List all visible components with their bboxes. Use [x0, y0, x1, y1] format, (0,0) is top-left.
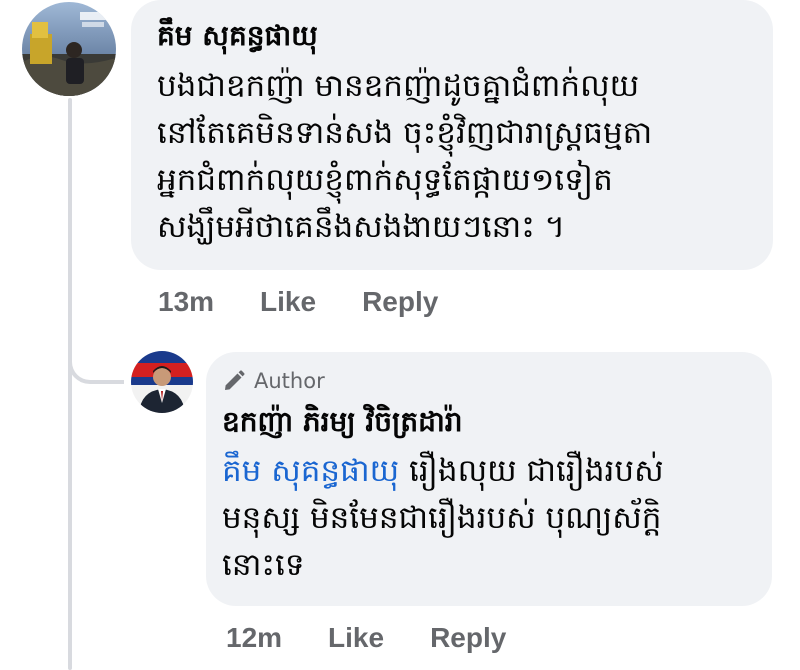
comment-author-name[interactable]: គឹម សុគន្ធផាយុ [157, 18, 318, 59]
reply-line: គឹម សុគន្ធផាយុ រឿងលុយ ជារឿងរបស់ [222, 448, 762, 495]
like-button[interactable]: Like [260, 286, 316, 318]
comment-actions: 13m Like Reply [158, 286, 438, 318]
reply-button[interactable]: Reply [362, 286, 438, 318]
comment-text: បងជាឧកញ៉ា មានឧកញ៉ាដូចគ្នាជំពាក់លុយ នៅតែគ… [157, 63, 757, 251]
reply-line-text: រឿងលុយ ជារឿងរបស់ [399, 453, 664, 489]
author-badge: Author [222, 369, 325, 393]
reply-author-name[interactable]: ឧកញ៉ា ភិរម្យ វិចិត្រដារ៉ា [222, 404, 463, 445]
reply-avatar[interactable] [131, 351, 193, 413]
comment-line: អ្នកជំពាក់លុយខ្ញុំពាក់សុទ្ធតែផ្កាយ១ទៀត [157, 162, 613, 198]
reply-button[interactable]: Reply [430, 622, 506, 654]
comment-line: សង្ឃឹមអីថាគេនឹងសងងាយៗនោះ ។ [157, 209, 566, 245]
profile-photo-icon [22, 2, 116, 96]
reply-timestamp[interactable]: 12m [226, 622, 282, 654]
mention-link[interactable]: គឹម សុគន្ធផាយុ [222, 453, 399, 489]
author-badge-label: Author [254, 369, 325, 393]
profile-photo-icon [131, 351, 193, 413]
thread-branch-line [68, 340, 124, 384]
reply-line: មនុស្ស មិនមែនជារឿងរបស់ បុណ្យស័ក្តិ [222, 500, 662, 536]
thread-line [68, 98, 72, 670]
avatar[interactable] [22, 2, 116, 96]
comment-line: នៅតែគេមិនទាន់សង ចុះខ្ញុំវិញជារាស្ត្រធម្ម… [157, 115, 653, 151]
comment-line: បងជាឧកញ៉ា មានឧកញ៉ាដូចគ្នាជំពាក់លុយ [157, 68, 640, 104]
comment-thread: គឹម សុគន្ធផាយុ បងជាឧកញ៉ា មានឧកញ៉ាដូចគ្នា… [0, 0, 800, 670]
reply-line: នោះទេ [222, 547, 305, 583]
comment-timestamp[interactable]: 13m [158, 286, 214, 318]
like-button[interactable]: Like [328, 622, 384, 654]
pencil-icon [225, 370, 245, 390]
reply-actions: 12m Like Reply [226, 622, 506, 654]
reply-text: គឹម សុគន្ធផាយុ រឿងលុយ ជារឿងរបស់ មនុស្ស ម… [222, 448, 762, 589]
